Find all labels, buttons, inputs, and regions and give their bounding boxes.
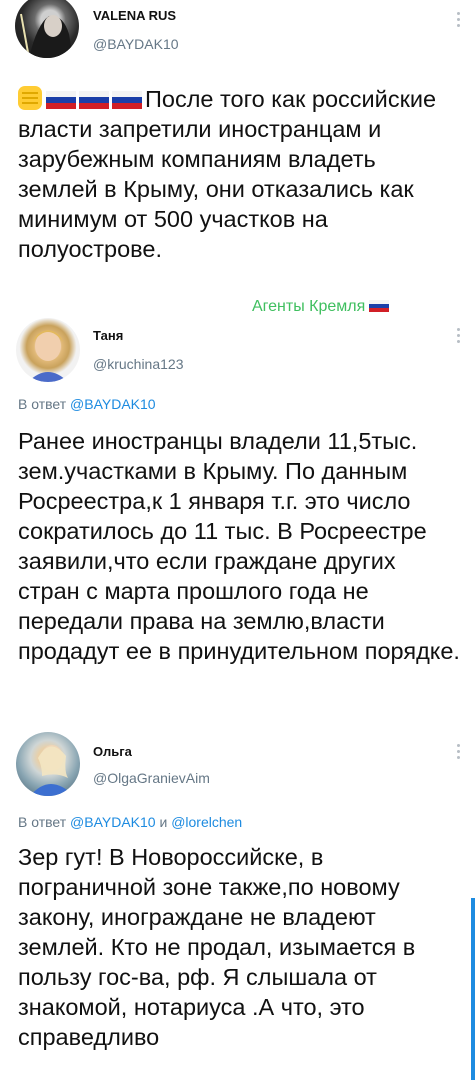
watermark-text: Агенты Кремля [252,298,366,315]
author-handle[interactable]: @BAYDAK10 [93,36,179,52]
reply-conjunction: и [159,814,168,830]
scrollbar[interactable] [471,898,475,1080]
tweet-text: Ранее иностранцы владели 11,5тыс. зем.уч… [18,428,460,664]
reply-prefix: В ответ [18,814,67,830]
tweet-text: Зер гут! В Новороссийске, в пограничной … [18,844,416,1050]
russia-flag-icon [79,91,109,109]
author-handle[interactable]: @OlgaGranievAim [93,770,210,786]
reply-mention-link-2[interactable]: @lorelchen [171,814,242,830]
author-name[interactable]: Ольга [93,744,132,759]
more-options-icon[interactable] [457,744,461,762]
author-handle[interactable]: @kruchina123 [93,356,184,372]
reply-mention-link[interactable]: @BAYDAK10 [70,814,156,830]
raised-fist-emoji-icon [18,86,42,110]
russia-flag-icon [112,91,142,109]
avatar-portrait [30,745,74,796]
tweet-text-content: После того как российские власти запрети… [18,86,437,262]
avatar[interactable] [16,318,80,382]
russia-flag-icon [46,91,76,109]
reply-mention-link[interactable]: @BAYDAK10 [70,396,156,412]
avatar[interactable] [16,732,80,796]
author-name[interactable]: VALENA RUS [93,8,176,23]
reply-prefix: В ответ [18,396,67,412]
avatar-portrait [28,330,68,382]
reply-context: В ответ @BAYDAK10 [18,396,156,412]
tweet-text: После того как российские власти запрети… [18,84,461,264]
avatar-portrait [20,13,73,58]
tweet-3: Ольга @OlgaGranievAim В ответ @BAYDAK10 … [0,730,475,1080]
tweet-2: Таня @kruchina123 В ответ @BAYDAK10 Ране… [0,318,475,718]
more-options-icon[interactable] [457,12,461,30]
reply-context: В ответ @BAYDAK10 и @lorelchen [18,814,242,830]
tweet-1: VALENA RUS @BAYDAK10 После того как росс… [0,0,475,320]
russia-flag-icon [369,300,390,312]
watermark: Агенты Кремля [252,298,390,316]
more-options-icon[interactable] [457,328,461,346]
avatar[interactable] [15,0,79,58]
author-name[interactable]: Таня [93,328,123,343]
